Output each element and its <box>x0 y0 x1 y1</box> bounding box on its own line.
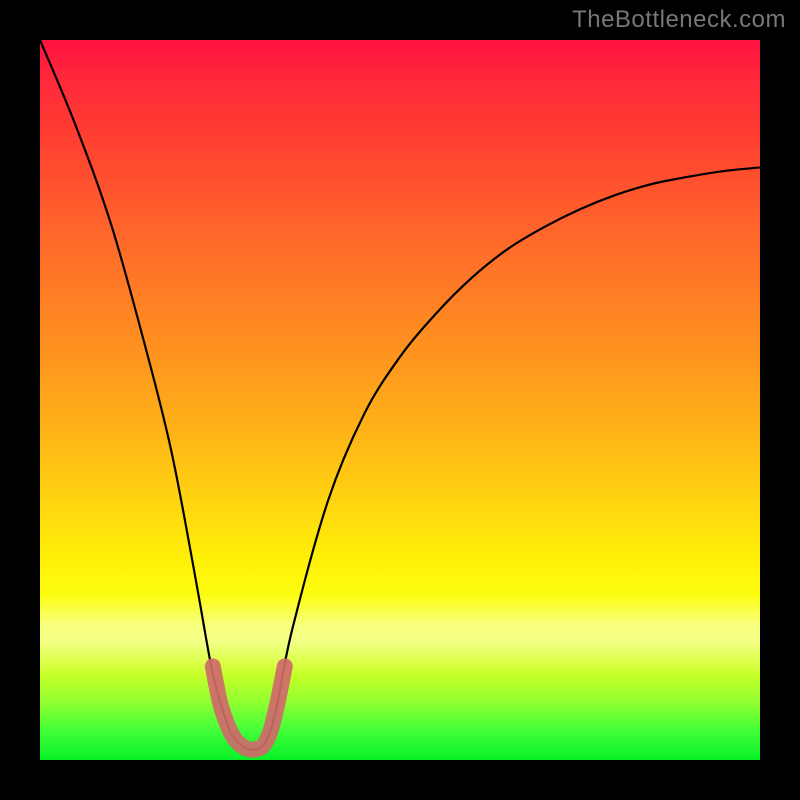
marker-arc <box>213 666 285 749</box>
chart-frame: TheBottleneck.com <box>0 0 800 800</box>
watermark-text: TheBottleneck.com <box>572 6 786 34</box>
plot-area <box>40 40 760 760</box>
bottleneck-curve <box>40 40 760 750</box>
chart-svg <box>40 40 760 760</box>
